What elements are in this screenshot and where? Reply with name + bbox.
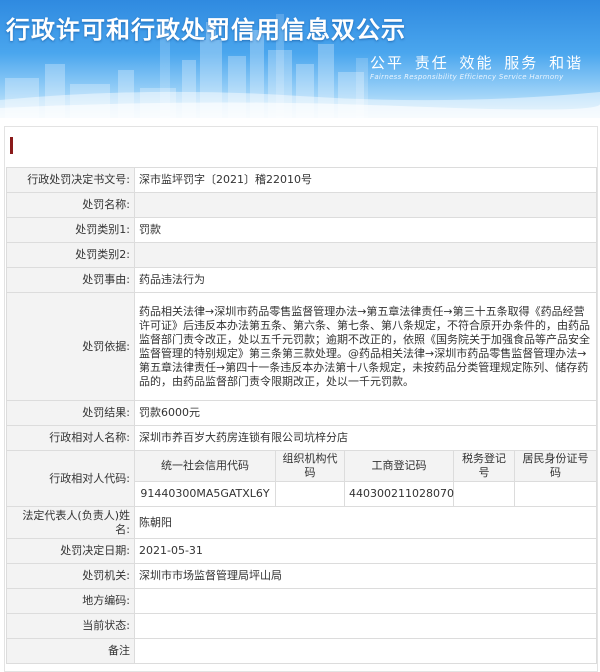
row-type2: 处罚类别2: [6,242,598,268]
row-penalty-name: 处罚名称: [6,192,598,218]
label-basis: 处罚依据: [6,292,135,401]
value-party: 深圳市养百岁大药房连锁有限公司坑梓分店 [133,425,598,451]
label-area-code: 地方编码: [6,588,135,614]
slogan: 公平 责任 效能 服务 和谐 [370,54,584,72]
row-status: 当前状态: [6,613,598,639]
header-org-code: 组织机构代码 [275,450,345,482]
row-authority: 处罚机关: 深圳市市场监督管理局坪山局 [6,563,598,589]
label-type2: 处罚类别2: [6,242,135,268]
content-panel: 行政处罚决定书文号: 深市监坪罚字〔2021〕稽22010号 处罚名称: 处罚类… [4,126,598,672]
penalty-record-table: 行政处罚决定书文号: 深市监坪罚字〔2021〕稽22010号 处罚名称: 处罚类… [6,167,598,664]
value-doc-no: 深市监坪罚字〔2021〕稽22010号 [133,167,598,193]
header-id-number: 居民身份证号码 [513,450,598,482]
page-title: 行政许可和行政处罚信用信息双公示 [6,16,406,44]
value-type2 [133,242,598,268]
label-status: 当前状态: [6,613,135,639]
value-basis: 药品相关法律→深圳市药品零售监督管理办法→第五章法律责任→第三十五条取得《药品经… [133,292,598,401]
label-remark: 备注 [6,638,135,664]
label-authority: 处罚机关: [6,563,135,589]
value-result: 罚款6000元 [133,400,598,426]
label-codes: 行政相对人代码: [6,450,135,507]
label-date: 处罚决定日期: [6,538,135,564]
value-id-number [513,481,598,507]
label-party: 行政相对人名称: [6,425,135,451]
row-party: 行政相对人名称: 深圳市养百岁大药房连锁有限公司坑梓分店 [6,425,598,451]
value-credit-code: 91440300MA5GATXL6Y [134,481,276,507]
row-remark: 备注 [6,638,598,664]
value-legal-rep: 陈朝阳 [133,506,598,539]
slogan-english: Fairness Responsibility Efficiency Servi… [370,73,564,81]
label-cause: 处罚事由: [6,267,135,293]
row-basis: 处罚依据: 药品相关法律→深圳市药品零售监督管理办法→第五章法律责任→第三十五条… [6,292,598,401]
value-tax-reg [453,481,515,507]
value-remark [133,638,598,664]
value-cause: 药品违法行为 [133,267,598,293]
label-legal-rep: 法定代表人(负责人)姓名: [6,506,135,539]
row-result: 处罚结果: 罚款6000元 [6,400,598,426]
row-doc-no: 行政处罚决定书文号: 深市监坪罚字〔2021〕稽22010号 [6,167,598,193]
value-penalty-name [133,192,598,218]
header-business-reg: 工商登记码 [344,450,454,482]
row-legal-rep: 法定代表人(负责人)姓名: 陈朝阳 [6,506,598,539]
value-area-code [133,588,598,614]
row-cause: 处罚事由: 药品违法行为 [6,267,598,293]
header-banner: 行政许可和行政处罚信用信息双公示 公平 责任 效能 服务 和谐 Fairness… [0,0,600,118]
header-credit-code: 统一社会信用代码 [134,450,276,482]
value-date: 2021-05-31 [133,538,598,564]
value-status [133,613,598,639]
value-type1: 罚款 [133,217,598,243]
value-business-reg: 440300211028070 [344,481,454,507]
header-tax-reg: 税务登记号 [453,450,515,482]
row-date: 处罚决定日期: 2021-05-31 [6,538,598,564]
label-result: 处罚结果: [6,400,135,426]
label-penalty-name: 处罚名称: [6,192,135,218]
label-doc-no: 行政处罚决定书文号: [6,167,135,193]
row-area-code: 地方编码: [6,588,598,614]
label-type1: 处罚类别1: [6,217,135,243]
row-type1: 处罚类别1: 罚款 [6,217,598,243]
section-marker [10,137,13,154]
value-org-code [275,481,345,507]
row-codes-header: 行政相对人代码: 统一社会信用代码 组织机构代码 工商登记码 税务登记号 居民身… [6,450,598,507]
value-authority: 深圳市市场监督管理局坪山局 [133,563,598,589]
